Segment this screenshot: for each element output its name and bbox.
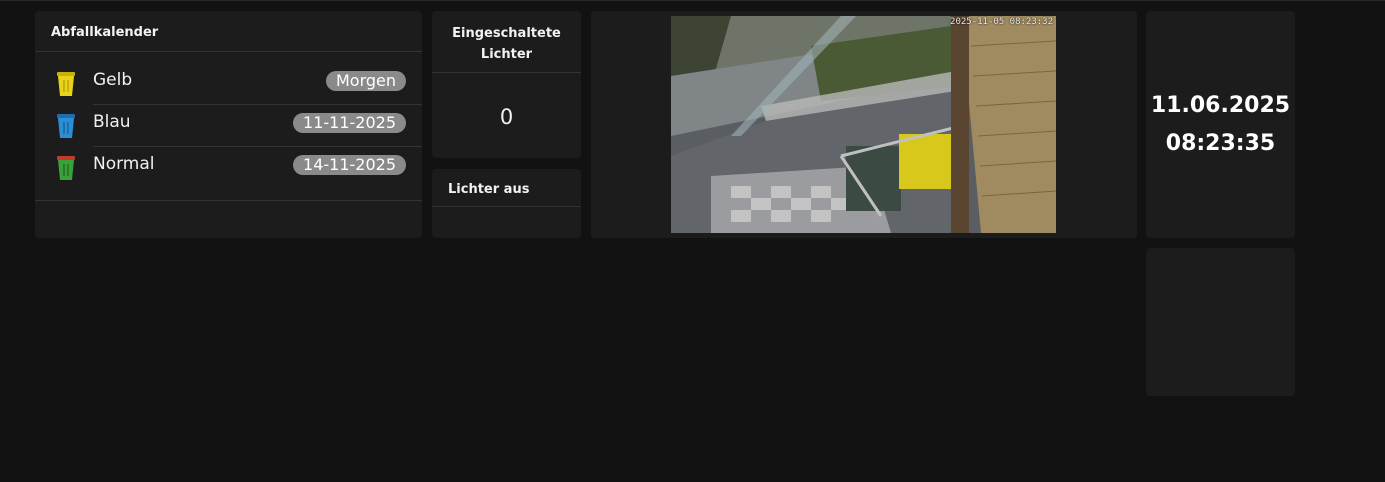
lights-on-title: Eingeschaltete Lichter: [452, 26, 561, 62]
waste-item-name: Normal: [93, 154, 155, 174]
waste-date-badge: Morgen: [325, 71, 406, 91]
lights-off-card[interactable]: Lichter aus: [432, 169, 581, 238]
clock-date: 11.06.2025: [1150, 93, 1291, 118]
camera-image: [671, 16, 1056, 233]
divider: [35, 51, 422, 52]
camera-feed[interactable]: 2025-11-05 08:23:32: [671, 16, 1056, 233]
lights-on-count: 0: [499, 105, 514, 129]
waste-date-badge: 14-11-2025: [293, 155, 406, 175]
waste-item-gelb[interactable]: Gelb Morgen: [55, 61, 406, 103]
clock-card: 11.06.2025 08:23:35: [1146, 11, 1295, 238]
yellow-bin-icon: [57, 72, 75, 96]
camera-timestamp: 2025-11-05 08:23:32: [950, 17, 1053, 27]
waste-item-name: Blau: [93, 112, 131, 132]
waste-item-blau[interactable]: Blau 11-11-2025: [55, 103, 406, 145]
camera-card: 2025-11-05 08:23:32: [591, 11, 1137, 238]
green-bin-icon: [57, 156, 75, 180]
lights-off-title: Lichter aus: [448, 182, 530, 197]
waste-item-normal[interactable]: Normal 14-11-2025: [55, 145, 406, 187]
divider: [432, 206, 581, 207]
divider: [35, 200, 422, 201]
waste-calendar-title: Abfallkalender: [51, 25, 159, 40]
clock-time: 08:23:35: [1165, 131, 1276, 156]
waste-calendar-card: Abfallkalender Gelb Morgen Blau 11-11-20…: [35, 11, 422, 238]
empty-card: [1146, 248, 1295, 396]
top-border: [0, 0, 1385, 1]
blue-bin-icon: [57, 114, 75, 138]
lights-on-card[interactable]: Eingeschaltete Lichter 0: [432, 11, 581, 158]
waste-item-name: Gelb: [93, 70, 133, 90]
waste-date-badge: 11-11-2025: [293, 113, 406, 133]
divider: [432, 72, 581, 73]
